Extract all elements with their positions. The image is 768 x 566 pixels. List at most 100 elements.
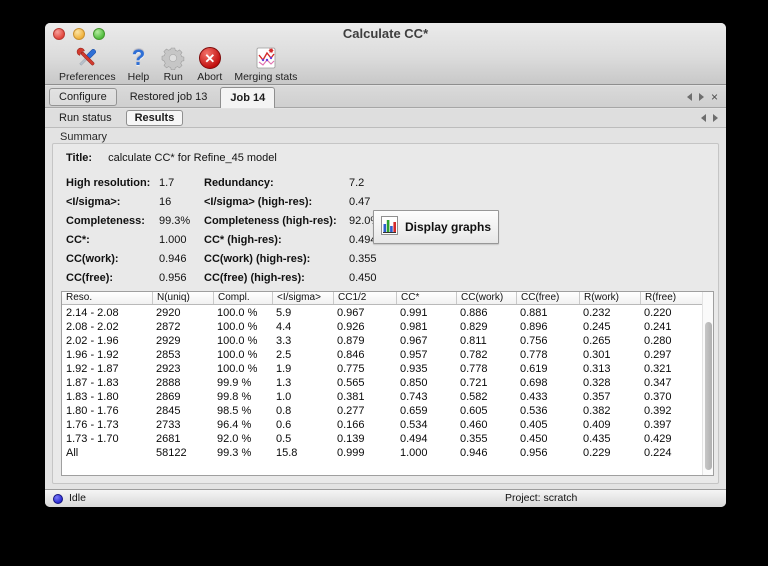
table-row[interactable]: 2.02 - 1.96 2929 100.0 % 3.3 0.879 0.967 0.811… (62, 334, 702, 348)
table-cell: 0.435 (583, 433, 611, 445)
help-icon: ? (131, 45, 146, 70)
bar-chart-icon (380, 216, 398, 238)
table-cell: 0.850 (400, 377, 428, 389)
table-cell: 2.14 - 2.08 (66, 307, 119, 319)
column-header[interactable]: CC* (396, 292, 456, 304)
table-cell: 1.9 (276, 363, 292, 375)
table-row[interactable]: 1.96 - 1.92 2853 100.0 % 2.5 0.846 0.957 0.782… (62, 348, 702, 362)
traffic-lights (53, 28, 105, 40)
table-cell: 2869 (156, 391, 181, 403)
summary-panel: Title: calculate CC* for Refine_45 model … (52, 143, 719, 484)
table-row[interactable]: 1.92 - 1.87 2923 100.0 % 1.9 0.775 0.935 0.778… (62, 362, 702, 376)
table-cell: 15.8 (276, 447, 298, 459)
table-cell: 0.220 (644, 307, 672, 319)
table-cell: 5.9 (276, 307, 292, 319)
column-header[interactable]: N(uniq) (152, 292, 213, 304)
zoom-window-button[interactable] (93, 28, 105, 40)
table-row[interactable]: 1.76 - 1.73 2733 96.4 % 0.6 0.166 0.534 0.460 0… (62, 418, 702, 432)
scroll-subtabs-left-icon[interactable] (701, 114, 706, 122)
table-row[interactable]: 2.14 - 2.08 2920 100.0 % 5.9 0.967 0.991 0.886… (62, 306, 702, 320)
table-cell: 0.778 (460, 363, 488, 375)
table-cell: 0.743 (400, 391, 428, 403)
column-header[interactable]: Compl. (213, 292, 272, 304)
toolbar-item-label: Abort (197, 71, 223, 83)
column-header[interactable]: CC(work) (456, 292, 516, 304)
table-cell: 96.4 % (217, 419, 252, 431)
window-header: Calculate CC* Preferences ? Help Run ✕ A… (45, 23, 726, 85)
tab-restored-job-13[interactable]: Restored job 13 (121, 89, 217, 105)
table-cell: 0.721 (460, 377, 488, 389)
column-header[interactable]: <I/sigma> (272, 292, 333, 304)
table-cell: 0.265 (583, 335, 611, 347)
table-cell: 0.229 (583, 447, 611, 459)
preferences-button[interactable]: Preferences (53, 45, 122, 85)
display-graphs-button[interactable]: Display graphs (373, 210, 499, 244)
column-header[interactable]: CC1/2 (333, 292, 396, 304)
table-cell: 0.956 (520, 447, 548, 459)
table-row[interactable]: 2.08 - 2.02 2872 100.0 % 4.4 0.926 0.981 0.829… (62, 320, 702, 334)
column-header[interactable]: R(work) (579, 292, 640, 304)
table-cell: 0.297 (644, 349, 672, 361)
summary-stat-label: High resolution: (66, 176, 151, 189)
summary-stat-label: Completeness (high-res): (204, 214, 337, 227)
table-cell: 0.619 (520, 363, 548, 375)
subtab-scroll-controls (701, 114, 726, 122)
table-row[interactable]: All 58122 99.3 % 15.8 0.999 1.000 0.946 0.956 0.… (62, 446, 702, 460)
table-cell: 0.957 (400, 349, 428, 361)
close-window-button[interactable] (53, 28, 65, 40)
run-button[interactable]: Run (155, 45, 191, 85)
scroll-tabs-left-icon[interactable] (686, 92, 692, 101)
results-table-header: Reso. N(uniq) Compl. <I/sigma> CC1/2 CC* CC(wo… (62, 292, 713, 305)
tab-run-status[interactable]: Run status (51, 111, 120, 125)
table-cell: 0.886 (460, 307, 488, 319)
title-label: Title: (66, 152, 93, 164)
help-button[interactable]: ? Help (122, 45, 156, 85)
column-header[interactable]: Reso. (62, 292, 152, 304)
abort-button[interactable]: ✕ Abort (191, 45, 228, 85)
table-cell: 0.756 (520, 335, 548, 347)
table-cell: 2733 (156, 419, 181, 431)
merging-stats-button[interactable]: Merging stats (228, 45, 303, 85)
toolbar-item-label: Run (163, 71, 183, 83)
table-row[interactable]: 1.87 - 1.83 2888 99.9 % 1.3 0.565 0.850 0.721 0… (62, 376, 702, 390)
summary-stat-value: 0.956 (159, 271, 187, 284)
table-scrollbar[interactable] (702, 292, 713, 475)
scrollbar-thumb[interactable] (704, 322, 712, 470)
table-cell: 0.381 (337, 391, 365, 403)
table-cell: 0.605 (460, 405, 488, 417)
scroll-subtabs-right-icon[interactable] (713, 114, 718, 122)
table-cell: 2.02 - 1.96 (66, 335, 119, 347)
table-cell: 0.280 (644, 335, 672, 347)
table-row[interactable]: 1.73 - 1.70 2681 92.0 % 0.5 0.139 0.494 0.355 0… (62, 432, 702, 446)
title-value: calculate CC* for Refine_45 model (108, 152, 277, 164)
table-cell: 0.659 (400, 405, 428, 417)
table-cell: 0.301 (583, 349, 611, 361)
close-tab-icon[interactable]: × (711, 91, 718, 103)
table-cell: 0.881 (520, 307, 548, 319)
table-cell: 0.991 (400, 307, 428, 319)
minimize-window-button[interactable] (73, 28, 85, 40)
table-cell: 0.450 (520, 433, 548, 445)
table-cell: 0.8 (276, 405, 292, 417)
tools-icon (74, 45, 100, 71)
display-graphs-label: Display graphs (404, 220, 492, 234)
table-row[interactable]: 1.80 - 1.76 2845 98.5 % 0.8 0.277 0.659 0.605 0… (62, 404, 702, 418)
table-cell: 0.241 (644, 321, 672, 333)
status-text: Idle (69, 492, 86, 504)
table-cell: 100.0 % (217, 321, 258, 333)
tab-configure[interactable]: Configure (49, 87, 117, 106)
table-cell: 0.232 (583, 307, 611, 319)
table-cell: 0.935 (400, 363, 428, 375)
table-cell: 1.83 - 1.80 (66, 391, 119, 403)
table-cell: 99.3 % (217, 447, 252, 459)
summary-stat-label: CC(work): (66, 252, 119, 265)
scroll-tabs-right-icon[interactable] (698, 92, 704, 101)
column-header[interactable]: CC(free) (516, 292, 579, 304)
table-row[interactable]: 1.83 - 1.80 2869 99.8 % 1.0 0.381 0.743 0.582 0… (62, 390, 702, 404)
tab-results[interactable]: Results (125, 110, 184, 126)
tab-job-14[interactable]: Job 14 (220, 86, 276, 108)
table-cell: 0.946 (460, 447, 488, 459)
toolbar-item-label: Help (127, 71, 150, 83)
table-cell: 2929 (156, 335, 181, 347)
table-cell: 0.782 (460, 349, 488, 361)
